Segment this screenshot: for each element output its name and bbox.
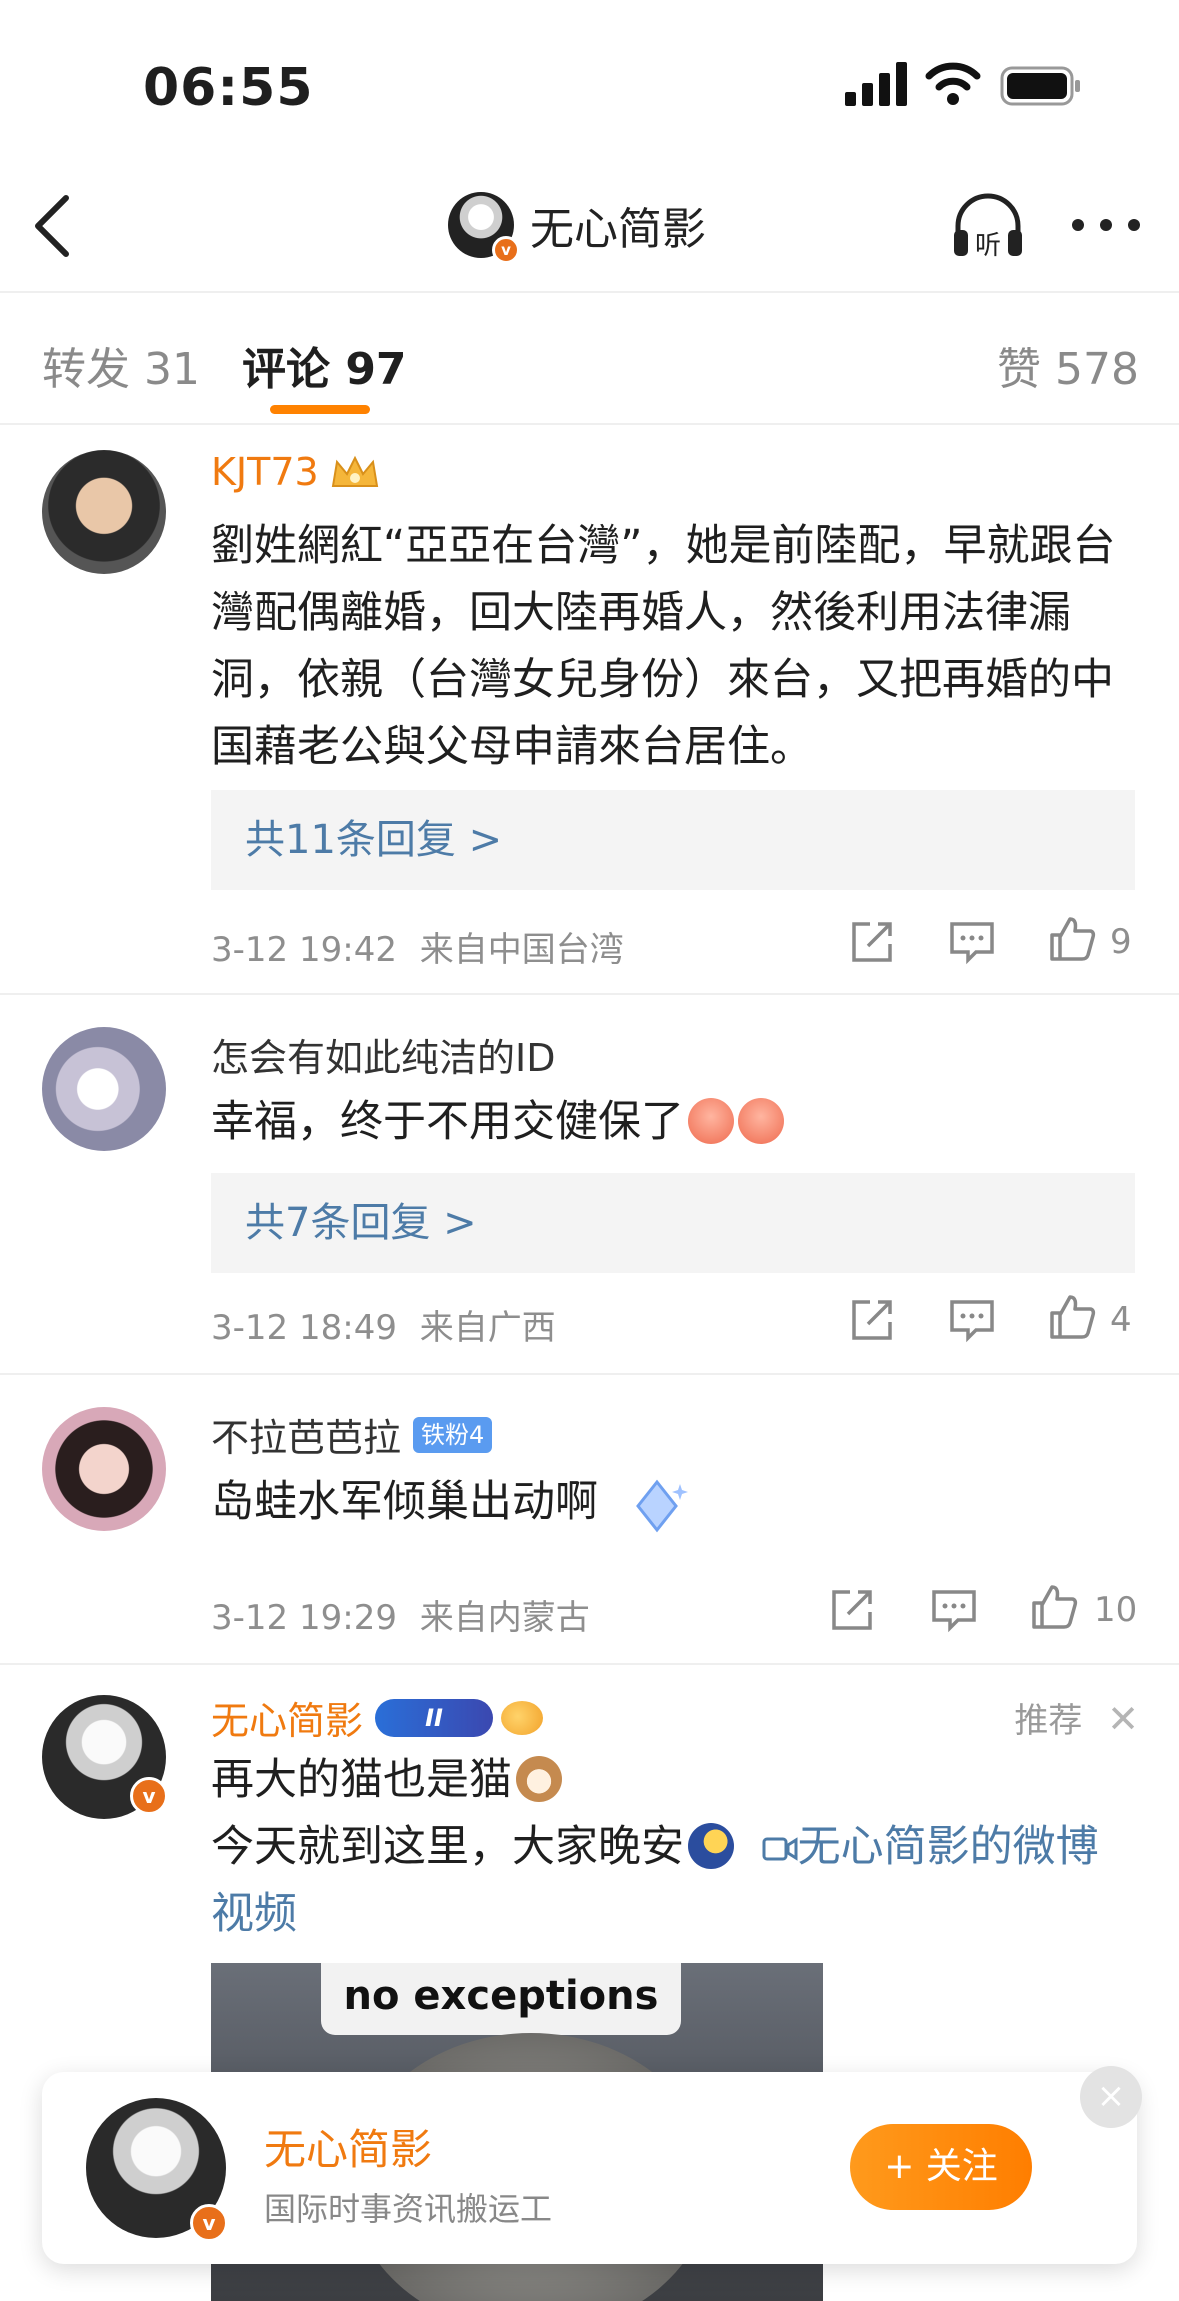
replies-link[interactable]: 共11条回复 > — [211, 790, 1135, 890]
more-dots-icon[interactable] — [1070, 210, 1142, 240]
replies-link[interactable]: 共7条回复 > — [211, 1173, 1135, 1273]
avatar[interactable] — [42, 1407, 166, 1531]
verified-badge: v — [492, 236, 520, 264]
active-tab-indicator — [270, 405, 370, 414]
like-count: 9 — [1110, 922, 1132, 962]
laughing-emoji-icon — [738, 1098, 784, 1144]
cat-emoji-icon — [516, 1756, 562, 1802]
thumbs-up-icon[interactable] — [1030, 1583, 1078, 1631]
card-author-name[interactable]: 无心简影 — [264, 2116, 432, 2177]
moon-emoji-icon — [688, 1823, 734, 1869]
tab-bar: 转发 31 评论 97 赞 578 — [0, 293, 1179, 425]
cellular-signal-icon — [845, 62, 907, 106]
comment-line: 再大的猫也是猫 — [211, 1747, 1131, 1814]
laughing-emoji-icon — [688, 1098, 734, 1144]
nav-title[interactable]: v 无心简影 — [448, 190, 706, 264]
like-count: 4 — [1110, 1300, 1132, 1340]
avatar: v — [448, 192, 520, 264]
battery-icon — [1000, 66, 1080, 106]
reply-comment-icon[interactable] — [948, 918, 996, 966]
verified-badge: v — [130, 1777, 168, 1815]
comment-meta: 3-12 18:49 来自广西 — [211, 1300, 556, 1349]
close-card-icon[interactable]: × — [1080, 2066, 1142, 2128]
comment-item: 怎会有如此纯洁的ID 幸福，终于不用交健保了 共7条回复 > 3-12 18:4… — [0, 995, 1179, 1375]
video-camera-icon — [762, 1837, 798, 1861]
comment-text-content: 幸福，终于不用交健保了 — [211, 1097, 684, 1147]
verified-badge: v — [190, 2204, 228, 2242]
nav-bar: v 无心简影 听 — [0, 160, 1179, 293]
level-badge-text: II — [425, 1703, 443, 1732]
follow-card: v 无心简影 国际时事资讯搬运工 + 关注 — [42, 2072, 1137, 2264]
tab-likes[interactable]: 赞 578 — [997, 333, 1139, 397]
comment-location: 来自内蒙古 — [419, 1598, 590, 1638]
headphones-listen-icon[interactable]: 听 — [950, 190, 1026, 262]
status-bar: 06:55 — [0, 0, 1179, 160]
comment-text: 幸福，终于不用交健保了 — [211, 1089, 1131, 1156]
author-name[interactable]: 怎会有如此纯洁的ID — [211, 1027, 555, 1082]
level-badge: II — [375, 1698, 494, 1737]
comment-text-line2: 今天就到这里，大家晚安 — [211, 1822, 684, 1872]
wifi-icon — [925, 62, 981, 105]
card-author-description: 国际时事资讯搬运工 — [264, 2190, 553, 2228]
comment-text-content: 岛蛙水军倾巢出动啊 — [211, 1477, 598, 1527]
fan-badge: 铁粉4 — [413, 1416, 493, 1453]
comment-author[interactable]: 无心简影 II — [211, 1690, 544, 1745]
comment-meta: 3-12 19:42 来自中国台湾 — [211, 922, 624, 971]
reply-comment-icon[interactable] — [948, 1296, 996, 1344]
like-count: 10 — [1094, 1590, 1138, 1630]
share-icon[interactable] — [848, 918, 896, 966]
comment-time: 3-12 18:49 — [211, 1308, 397, 1348]
crown-icon — [331, 455, 378, 487]
thumbs-up-icon[interactable] — [1048, 915, 1096, 963]
comment-text-line1: 再大的猫也是猫 — [211, 1755, 512, 1805]
comment-line: 今天就到这里，大家晚安 无心简影的微博视频 — [211, 1814, 1131, 1948]
tab-repost[interactable]: 转发 31 — [42, 333, 200, 397]
share-icon[interactable] — [828, 1586, 876, 1634]
avatar[interactable] — [42, 450, 166, 574]
comment-author[interactable]: 不拉芭芭拉 铁粉4 — [211, 1407, 493, 1462]
video-caption: no exceptions — [321, 1963, 681, 2035]
comment-time: 3-12 19:42 — [211, 930, 397, 970]
comment-author[interactable]: KJT73 — [211, 450, 381, 494]
listen-label: 听 — [975, 231, 1001, 261]
close-icon[interactable]: ✕ — [1107, 1697, 1139, 1741]
follow-button[interactable]: + 关注 — [850, 2124, 1032, 2210]
thumbs-up-icon[interactable] — [1048, 1293, 1096, 1341]
tab-comments[interactable]: 评论 97 — [242, 333, 407, 397]
author-name: KJT73 — [211, 450, 319, 494]
share-icon[interactable] — [848, 1296, 896, 1344]
diamond-sparkle-icon — [635, 1479, 688, 1533]
comment-text: 岛蛙水军倾巢出动啊 — [211, 1469, 1131, 1538]
author-name: 不拉芭芭拉 — [211, 1416, 402, 1460]
comment-item: KJT73 劉姓網紅“亞亞在台灣”，她是前陸配，早就跟台灣配偶離婚，回大陸再婚人… — [0, 425, 1179, 995]
author-name: 无心简影 — [211, 1699, 364, 1743]
recommend-label: 推荐 ✕ — [1014, 1693, 1139, 1742]
avatar[interactable] — [42, 1027, 166, 1151]
comment-text: 再大的猫也是猫 今天就到这里，大家晚安 无心简影的微博视频 — [211, 1747, 1131, 1948]
chevron-left-icon[interactable] — [30, 190, 74, 262]
recommend-text: 推荐 — [1014, 1701, 1083, 1741]
page-title: 无心简影 — [530, 204, 706, 255]
comment-location: 来自中国台湾 — [419, 930, 624, 970]
comment-meta: 3-12 19:29 来自内蒙古 — [211, 1590, 590, 1639]
reply-comment-icon[interactable] — [930, 1586, 978, 1634]
comment-text: 劉姓網紅“亞亞在台灣”，她是前陸配，早就跟台灣配偶離婚，回大陸再婚人，然後利用法… — [211, 521, 1116, 772]
status-time: 06:55 — [143, 58, 314, 118]
comment-location: 来自广西 — [419, 1308, 556, 1348]
pufferfish-icon — [501, 1700, 544, 1735]
avatar[interactable]: v — [42, 1695, 168, 1819]
comment-time: 3-12 19:29 — [211, 1598, 397, 1638]
comment-item: 不拉芭芭拉 铁粉4 岛蛙水军倾巢出动啊 3-12 19:29 来自内蒙古 10 — [0, 1375, 1179, 1665]
